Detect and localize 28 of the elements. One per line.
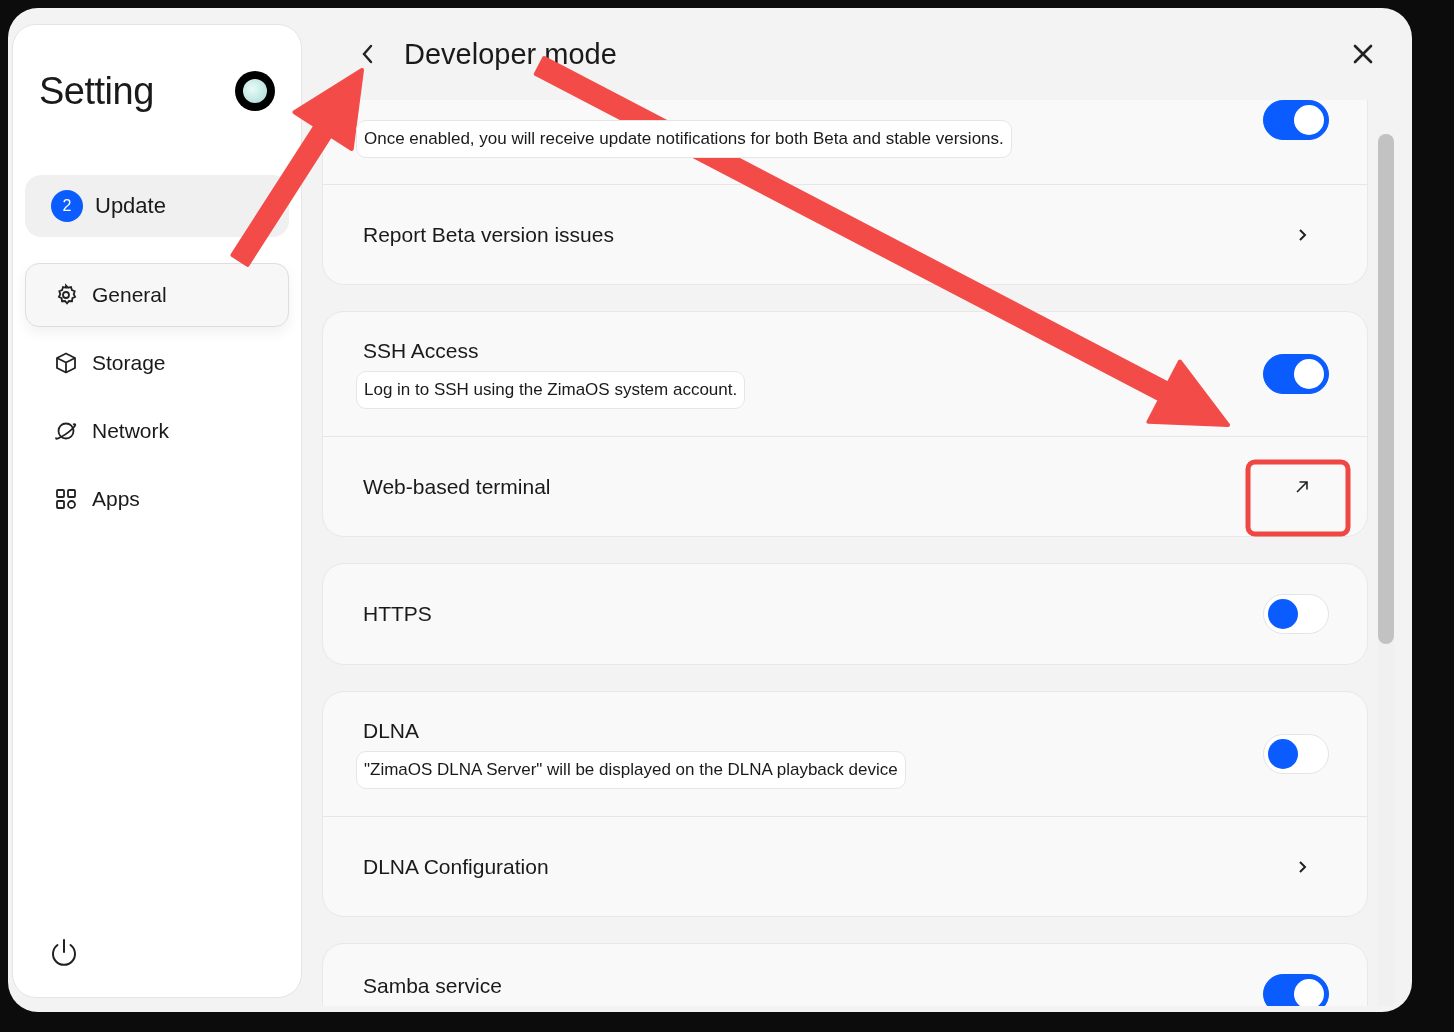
toggle-switch[interactable] bbox=[1263, 354, 1329, 394]
grid-icon bbox=[54, 487, 78, 511]
setting-title: Report Beta version issues bbox=[363, 222, 614, 247]
setting-title: DLNA bbox=[363, 719, 420, 743]
sidebar-item[interactable]: Storage bbox=[25, 331, 289, 395]
setting-description: Log in to SSH using the ZimaOS system account. bbox=[356, 371, 746, 409]
setting-description: Once enabled, you will receive update notifications for both Beta and stable versions. bbox=[356, 120, 1012, 158]
setting-description: "ZimaOS DLNA Server" will be displayed on the DLNA playback device bbox=[356, 751, 906, 789]
sidebar-item[interactable]: General bbox=[25, 263, 289, 327]
close-icon[interactable] bbox=[1352, 43, 1374, 65]
setting-title: Samba service bbox=[363, 974, 502, 998]
update-count: 2 bbox=[51, 190, 83, 222]
avatar[interactable] bbox=[235, 71, 275, 111]
toggle-switch[interactable] bbox=[1263, 100, 1329, 140]
sidebar-item[interactable]: Network bbox=[25, 399, 289, 463]
sidebar-item[interactable]: Apps bbox=[25, 467, 289, 531]
power-icon[interactable] bbox=[49, 937, 79, 969]
cube-icon bbox=[54, 351, 78, 375]
update-button[interactable]: 2 Update bbox=[25, 175, 289, 237]
sidebar-title: Setting bbox=[39, 69, 154, 113]
setting-title: Web-based terminal bbox=[363, 474, 551, 499]
back-icon[interactable] bbox=[360, 43, 374, 65]
setting-title: HTTPS bbox=[363, 602, 432, 626]
setting-title: DLNA Configuration bbox=[363, 854, 549, 879]
toggle-switch[interactable] bbox=[1263, 974, 1329, 1006]
page-title: Developer mode bbox=[404, 37, 618, 71]
scrollbar-thumb[interactable] bbox=[1378, 134, 1394, 644]
setting-title: SSH Access bbox=[363, 339, 479, 363]
